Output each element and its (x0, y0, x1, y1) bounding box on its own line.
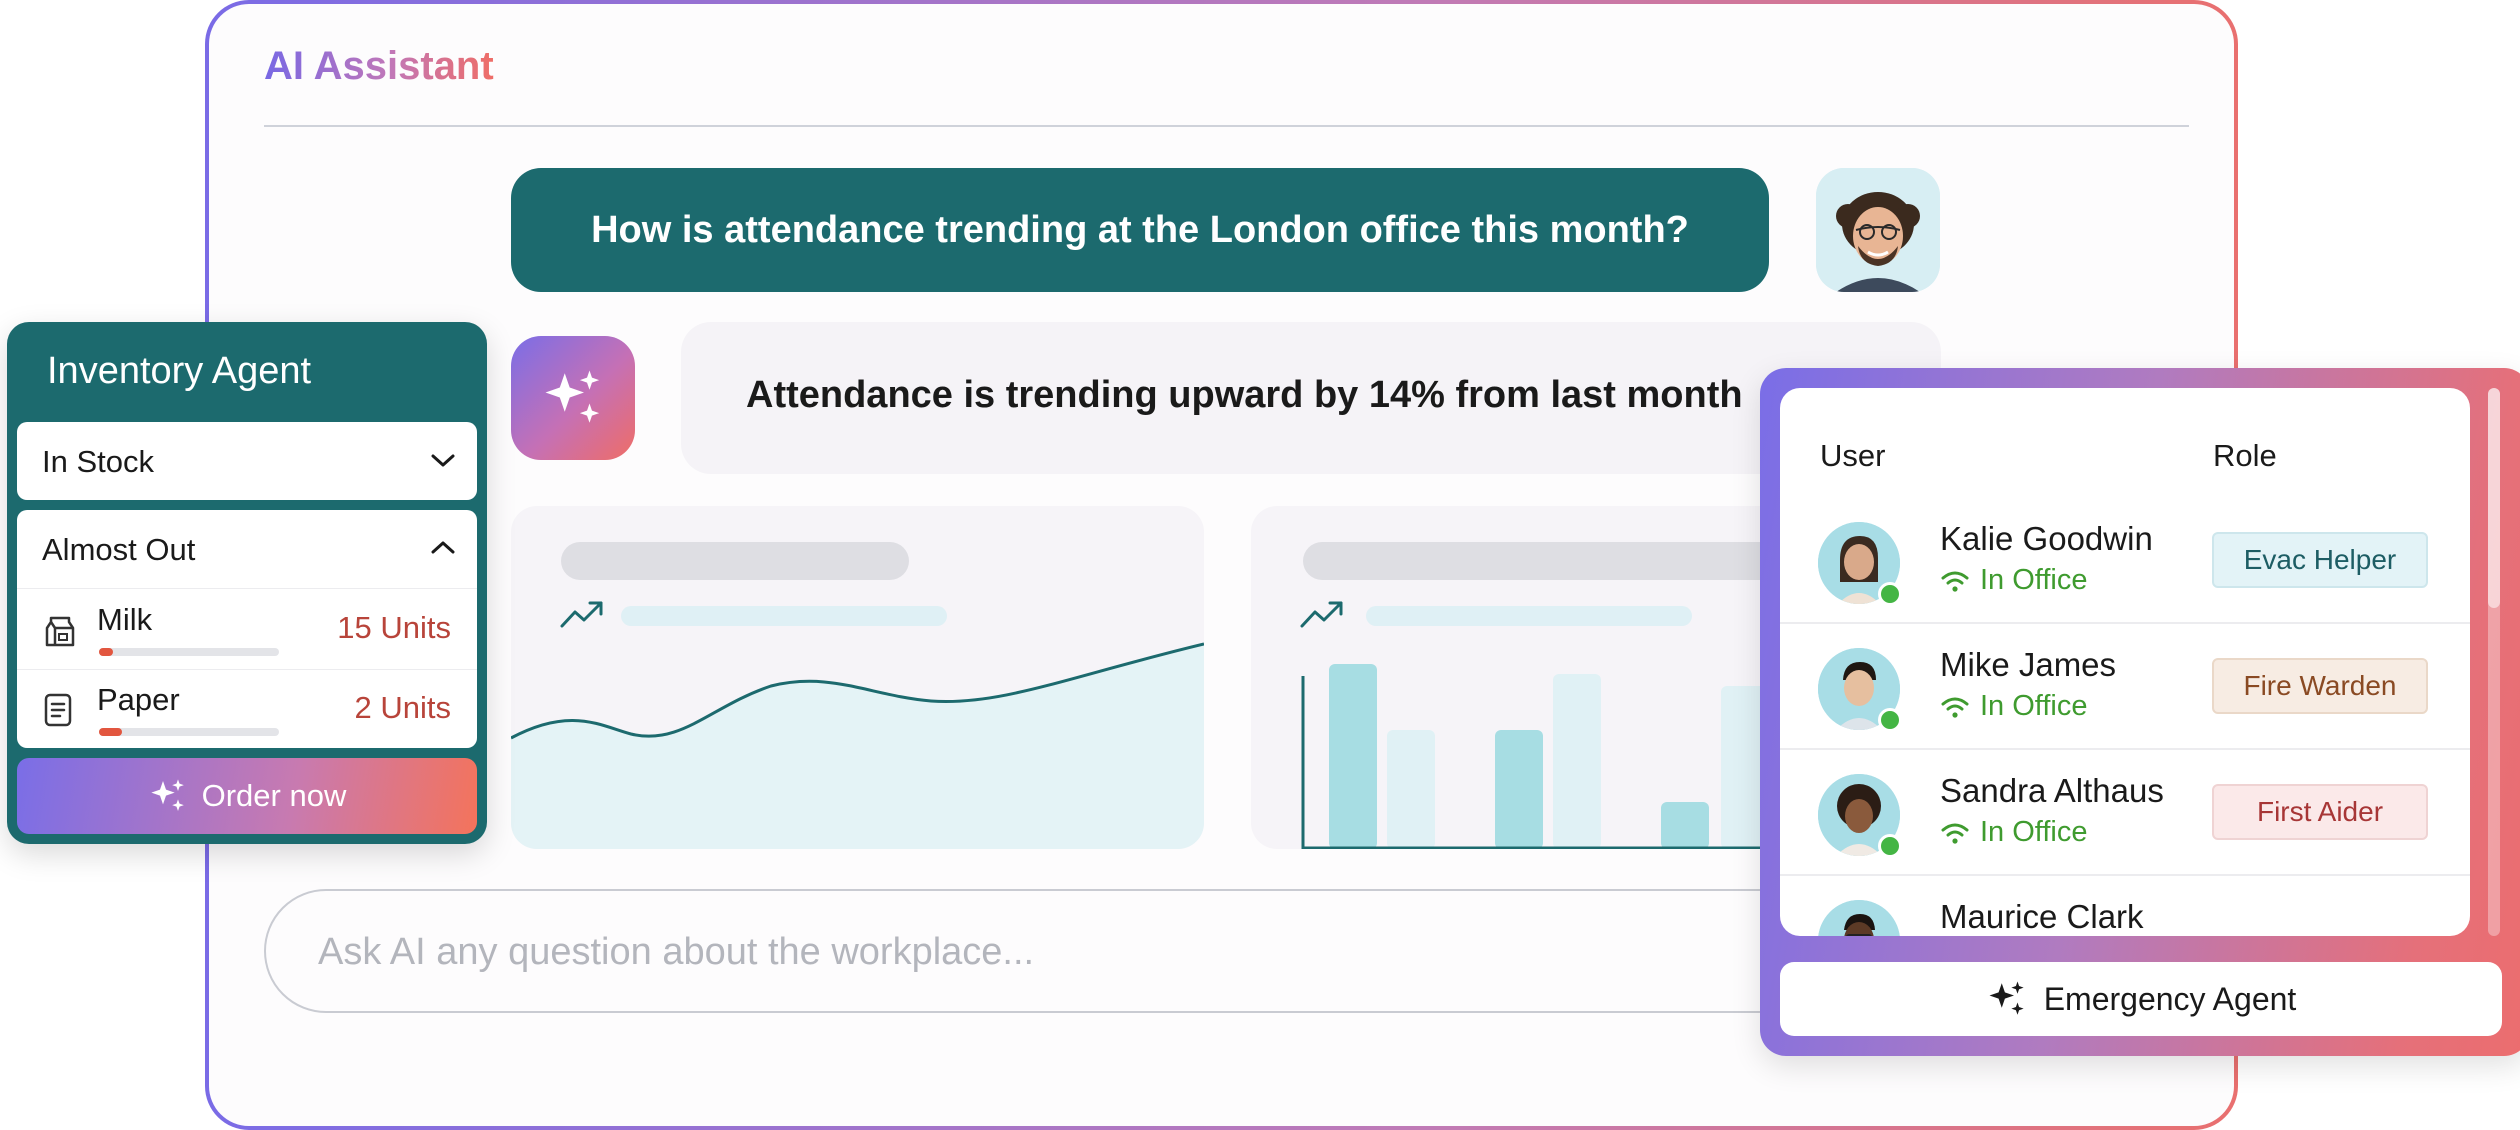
item-name: Milk (97, 602, 153, 637)
user-avatar (1816, 168, 1940, 292)
milk-carton-icon (45, 616, 75, 647)
role-badge: Fire Warden (2212, 658, 2428, 714)
section-label: Almost Out (42, 532, 196, 567)
emergency-agent-panel: User Role Kalie Goodwin In Office Evac H… (1760, 368, 2520, 1056)
column-header-user: User (1820, 438, 1886, 473)
role-badge: Evac Helper (2212, 532, 2428, 588)
wifi-icon (1941, 571, 1969, 592)
staff-row[interactable]: Sandra Althaus In Office First Aider (1780, 750, 2470, 876)
presence-status: In Office (1940, 690, 2087, 723)
user-name: Sandra Althaus (1940, 772, 2164, 809)
inventory-item[interactable]: Milk 15 Units (17, 590, 477, 670)
stock-level-fill (99, 648, 114, 656)
line-chart-card (511, 506, 1204, 849)
scrollbar[interactable] (2488, 388, 2500, 936)
document-icon (44, 693, 72, 727)
app-title: AI Assistant (264, 44, 494, 88)
emergency-agent-label: Emergency Agent (2043, 980, 2297, 1017)
item-name: Paper (97, 682, 180, 717)
user-avatar-illustration (1816, 168, 1940, 292)
staff-row[interactable]: Mike James In Office Fire Warden (1780, 624, 2470, 750)
avatar (1818, 900, 1900, 936)
presence-status: In Office (1940, 816, 2087, 849)
wifi-icon (1941, 697, 1969, 718)
title-divider (264, 125, 2189, 127)
sparkle-icon (1989, 981, 2024, 1015)
prompt-placeholder: Ask AI any question about the workplace.… (318, 931, 1035, 973)
inventory-agent-panel: Inventory Agent In Stock Almost Out Milk… (7, 322, 487, 844)
staff-list: User Role Kalie Goodwin In Office Evac H… (1780, 388, 2470, 936)
status-text: In Office (1980, 690, 2088, 722)
user-name: Mike James (1940, 646, 2117, 683)
role-label: Evac Helper (2243, 544, 2397, 575)
chevron-up-icon (431, 541, 455, 554)
ai-response-text: Attendance is trending upward by 14% fro… (746, 374, 1743, 416)
wifi-icon (1941, 823, 1969, 844)
avatar-illustration (1818, 900, 1900, 936)
ai-avatar (511, 336, 635, 460)
almost-out-section: Almost Out Milk 15 Units Paper 2 Units (17, 510, 477, 748)
almost-out-header[interactable]: Almost Out (17, 510, 477, 588)
online-indicator (1878, 582, 1902, 606)
item-count: 2 Units (354, 690, 451, 725)
online-indicator (1878, 708, 1902, 732)
section-label: In Stock (42, 444, 154, 479)
role-label: Fire Warden (2243, 670, 2397, 701)
stock-level-fill (99, 728, 123, 736)
emergency-agent-button[interactable]: Emergency Agent (1780, 962, 2502, 1036)
user-name: Kalie Goodwin (1940, 520, 2153, 557)
stock-level-bar (99, 648, 279, 656)
chevron-down-icon (431, 454, 455, 467)
inventory-item[interactable]: Paper 2 Units (17, 670, 477, 750)
staff-row[interactable]: Maurice Clark (1780, 876, 2470, 936)
area-chart (511, 642, 1204, 849)
role-label: First Aider (2256, 796, 2384, 827)
status-text: In Office (1980, 816, 2088, 848)
user-message-text: How is attendance trending at the London… (591, 208, 1689, 251)
inventory-agent-title: Inventory Agent (47, 350, 312, 392)
staff-row[interactable]: Kalie Goodwin In Office Evac Helper (1780, 498, 2470, 624)
item-count: 15 Units (337, 610, 451, 645)
presence-status: In Office (1940, 564, 2087, 597)
status-text: In Office (1980, 564, 2088, 596)
user-name: Maurice Clark (1940, 898, 2144, 935)
user-message-bubble: How is attendance trending at the London… (511, 168, 1769, 292)
sparkle-icon (150, 779, 184, 811)
column-header-role: Role (2213, 438, 2277, 473)
order-now-button[interactable]: Order now (17, 758, 477, 834)
in-stock-dropdown[interactable]: In Stock (17, 422, 477, 500)
order-now-label: Order now (201, 778, 347, 813)
role-badge: First Aider (2212, 784, 2428, 840)
stock-level-bar (99, 728, 279, 736)
scrollbar-thumb[interactable] (2488, 388, 2500, 608)
sparkle-icon (545, 370, 600, 423)
online-indicator (1878, 834, 1902, 858)
divider (17, 588, 477, 589)
